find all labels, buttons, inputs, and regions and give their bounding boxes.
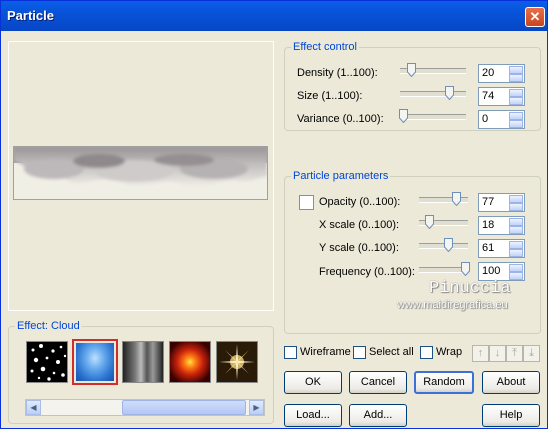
scroll-right-button[interactable]: ▶ [249,400,264,415]
stepper-down-button[interactable] [509,74,523,82]
random-button[interactable]: Random [414,371,474,394]
opacity-slider-thumb[interactable] [452,192,461,206]
wrap-label: Wrap [436,346,463,358]
stepper-up-button[interactable] [509,264,523,272]
stepper-down-button[interactable] [509,272,523,280]
stepper-down-button[interactable] [509,120,523,128]
sparkle-icon [219,344,255,380]
smoke-thumbnail[interactable] [122,341,164,383]
help-button[interactable]: Help [482,404,540,427]
x-scale-stepper[interactable]: 18 [478,216,525,235]
scroll-thumb[interactable] [122,400,246,415]
density-slider-thumb[interactable] [407,63,416,77]
load-button[interactable]: Load... [284,404,342,427]
stepper-up-button[interactable] [509,89,523,97]
ok-button[interactable]: OK [284,371,342,394]
variance-slider-thumb[interactable] [399,109,408,123]
title-bar[interactable]: Particle ✕ [1,1,547,31]
opacity-stepper[interactable]: 77 [478,193,525,212]
opacity-value[interactable]: 77 [482,196,494,208]
effect-label: Effect: Cloud [15,320,82,332]
wrap-checkbox[interactable] [420,346,433,359]
density-stepper[interactable]: 20 [478,64,525,83]
x-scale-slider-thumb[interactable] [425,215,434,229]
arrow-down-icon[interactable]: ↓ [489,345,506,362]
fire-thumbnail[interactable] [169,341,211,383]
stepper-up-button[interactable] [509,218,523,226]
frequency-label: Frequency (0..100): [319,266,415,278]
arrow-top-icon[interactable]: ⤒ [506,345,523,362]
watermark-title: Pinuccia [429,279,511,298]
size-stepper[interactable]: 74 [478,87,525,106]
cancel-button[interactable]: Cancel [349,371,407,394]
close-button[interactable]: ✕ [525,7,545,27]
preview-image [13,146,268,200]
stars-icon [30,344,67,381]
size-slider-thumb[interactable] [445,86,454,100]
stepper-down-button[interactable] [509,226,523,234]
size-value[interactable]: 74 [482,90,494,102]
stepper-down-button[interactable] [509,249,523,257]
arrow-up-icon[interactable]: ↑ [472,345,489,362]
variance-value[interactable]: 0 [482,113,488,125]
variance-slider-track[interactable] [400,114,466,120]
watermark-url: www.maidiregrafica.eu [397,299,508,311]
frequency-value[interactable]: 100 [482,265,500,277]
window-title: Particle [7,8,54,23]
y-scale-label: Y scale (0..100): [319,242,399,254]
y-scale-slider-thumb[interactable] [444,238,453,252]
variance-stepper[interactable]: 0 [478,110,525,129]
select-all-checkbox[interactable] [353,346,366,359]
wireframe-checkbox[interactable] [284,346,297,359]
about-button[interactable]: About [482,371,540,394]
x-scale-label: X scale (0..100): [319,219,400,231]
particle-dialog: Particle ✕ Effect control Density (1..10… [0,0,548,429]
x-scale-value[interactable]: 18 [482,219,494,231]
cloud-preview [14,147,267,188]
cloud-icon [76,343,114,381]
scroll-left-button[interactable]: ◀ [26,400,41,415]
stepper-up-button[interactable] [509,195,523,203]
frequency-slider-thumb[interactable] [461,262,470,276]
stepper-up-button[interactable] [509,66,523,74]
stars-thumbnail[interactable] [26,341,68,383]
stepper-up-button[interactable] [509,241,523,249]
stepper-down-button[interactable] [509,203,523,211]
effect-scrollbar[interactable]: ◀ ▶ [25,399,265,416]
opacity-checkbox[interactable] [299,195,314,210]
add-button[interactable]: Add... [349,404,407,427]
density-value[interactable]: 20 [482,67,494,79]
particle-parameters-label: Particle parameters [291,170,391,182]
size-label: Size (1..100): [297,90,363,102]
cloud-thumbnail[interactable] [72,339,118,385]
select-all-label: Select all [369,346,414,358]
y-scale-value[interactable]: 61 [482,242,494,254]
arrow-bottom-icon[interactable]: ⤓ [523,345,540,362]
opacity-label: Opacity (0..100): [319,196,401,208]
density-label: Density (1..100): [297,67,378,79]
effect-control-label: Effect control [291,41,359,53]
sparkle-thumbnail[interactable] [216,341,258,383]
size-slider-track[interactable] [400,91,466,97]
variance-label: Variance (0..100): [297,113,384,125]
stepper-up-button[interactable] [509,112,523,120]
wireframe-label: Wireframe [300,346,351,358]
y-scale-stepper[interactable]: 61 [478,239,525,258]
stepper-down-button[interactable] [509,97,523,105]
